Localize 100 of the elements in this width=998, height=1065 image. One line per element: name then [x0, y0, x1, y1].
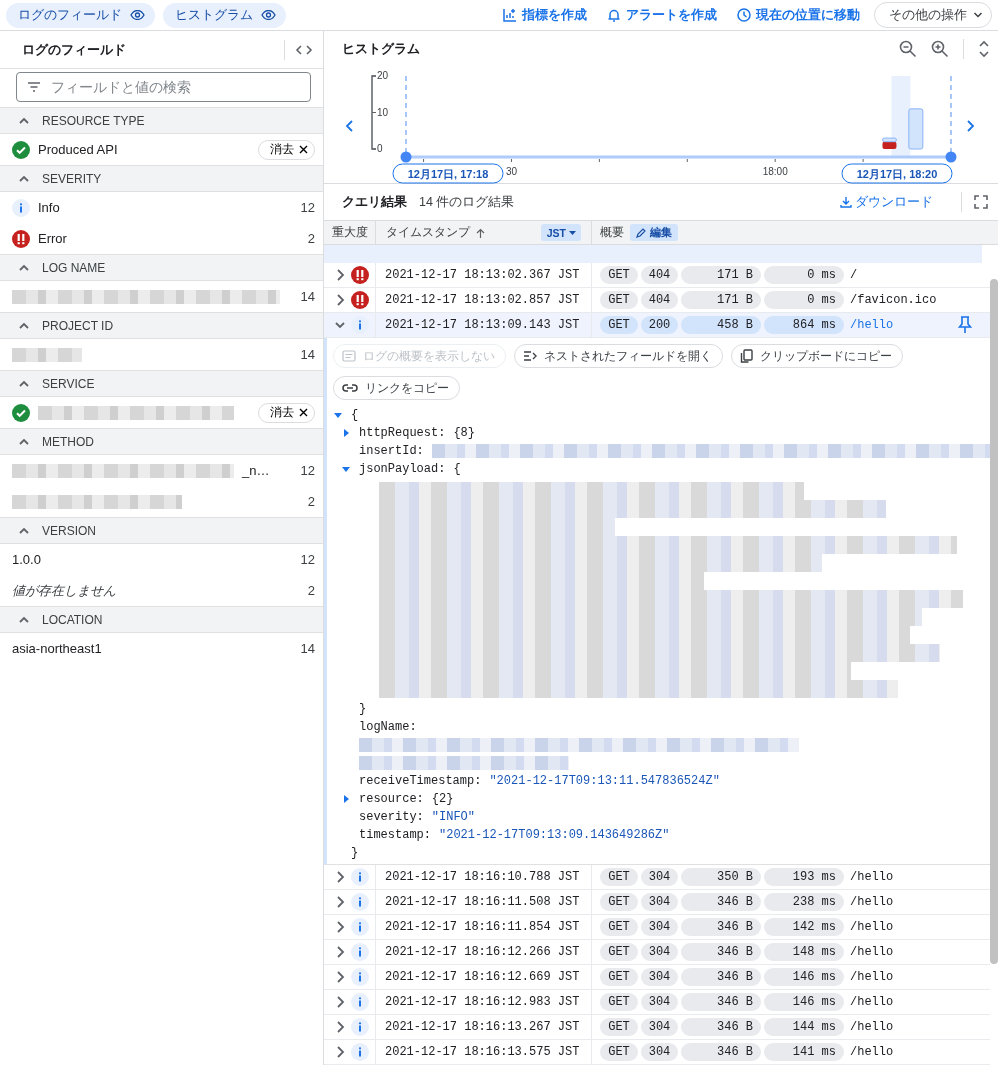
download-button[interactable]: ダウンロード — [828, 193, 945, 211]
code-icon[interactable] — [295, 43, 313, 56]
expand-lines-icon — [523, 350, 537, 362]
close-icon — [299, 408, 308, 417]
method-tag: GET — [600, 316, 638, 334]
status-tag: 304 — [641, 1018, 678, 1036]
timestamp-cell: 2021-12-17 18:16:13.575 JST — [385, 1045, 580, 1059]
eye-icon — [130, 10, 145, 20]
size-tag: 346 B — [681, 1018, 761, 1036]
zoom-in-icon[interactable] — [931, 40, 949, 58]
panel-toggle[interactable]: ヒストグラム — [163, 2, 286, 28]
size-tag: 171 B — [681, 266, 761, 284]
field-value: asia-northeast1 — [12, 641, 102, 656]
field-value: Error — [38, 231, 67, 246]
error-icon — [351, 291, 369, 309]
zoom-out-icon[interactable] — [899, 40, 917, 58]
section-header[interactable]: LOG NAME — [0, 254, 323, 281]
status-tag: 200 — [641, 316, 678, 334]
clear-chip[interactable]: 消去 — [258, 402, 315, 423]
json-key: httpRequest: — [359, 426, 446, 440]
y-tick-label: 10 — [377, 106, 389, 118]
search-field[interactable]: フィールドと値の検索 — [16, 72, 311, 102]
method-tag: GET — [600, 266, 638, 284]
method-tag: GET — [600, 1018, 638, 1036]
histogram-bar[interactable] — [882, 141, 897, 149]
range-handle[interactable] — [945, 151, 957, 163]
chart-plus-icon — [503, 8, 517, 22]
section-header[interactable]: METHOD — [0, 428, 323, 455]
method-tag: GET — [600, 291, 638, 309]
collapse-icon[interactable] — [978, 40, 990, 58]
toggle-triangle-icon[interactable] — [341, 464, 351, 474]
toggle-triangle-icon[interactable] — [341, 794, 351, 804]
status-tag: 304 — [641, 993, 678, 1011]
clear-chip[interactable]: 消去 — [258, 139, 315, 160]
edit-button[interactable]: 編集 — [630, 224, 678, 241]
check-circle-icon — [12, 403, 30, 422]
bell-icon — [607, 8, 621, 22]
range-handle[interactable] — [400, 151, 412, 163]
detail-action-button[interactable]: ネストされたフィールドを開く — [514, 344, 723, 368]
y-tick-label: 20 — [377, 70, 389, 81]
request-path: /hello — [850, 318, 895, 332]
pin-icon[interactable] — [958, 316, 972, 334]
latency-tag: 144 ms — [764, 1018, 844, 1036]
latency-tag: 148 ms — [764, 943, 844, 961]
action-button[interactable]: 現在の位置に移動 — [731, 6, 866, 24]
json-value: {2} — [431, 792, 454, 806]
info-icon — [351, 1018, 369, 1036]
size-tag: 346 B — [681, 918, 761, 936]
field-value: Produced API — [38, 142, 118, 157]
action-button[interactable]: 指標を作成 — [497, 6, 593, 24]
method-tag: GET — [600, 943, 638, 961]
info-icon — [12, 198, 30, 217]
pencil-icon — [636, 227, 646, 238]
detail-action-button[interactable]: クリップボードにコピー — [731, 344, 903, 368]
latency-tag: 0 ms — [764, 266, 844, 284]
column-header: 重大度 — [332, 224, 368, 241]
status-tag: 304 — [641, 893, 678, 911]
results-count: 14 件のログ結果 — [419, 193, 516, 211]
caret-icon — [973, 11, 983, 19]
section-header[interactable]: SERVICE — [0, 370, 323, 397]
range-start-label[interactable]: 12月17日, 17:18 — [392, 163, 504, 184]
info-icon — [351, 893, 369, 911]
request-path: /hello — [850, 920, 895, 934]
check-circle-icon — [12, 140, 30, 159]
timezone-dropdown[interactable]: JST — [540, 224, 581, 241]
request-path: /hello — [850, 1045, 895, 1059]
status-tag: 404 — [641, 291, 678, 309]
section-header[interactable]: PROJECT ID — [0, 312, 323, 339]
json-key: insertId: — [359, 444, 424, 458]
timestamp-cell: 2021-12-17 18:16:12.669 JST — [385, 970, 580, 984]
scrollbar[interactable] — [990, 279, 998, 964]
field-count: 2 — [307, 231, 315, 246]
status-tag: 304 — [641, 918, 678, 936]
histogram-bar[interactable] — [881, 137, 897, 143]
latency-tag: 0 ms — [764, 291, 844, 309]
method-tag: GET — [600, 993, 638, 1011]
method-tag: GET — [600, 968, 638, 986]
field-count: 2 — [307, 583, 315, 598]
more-actions-button[interactable]: その他の操作 — [874, 2, 992, 28]
field-value: 値が存在しません — [12, 581, 116, 600]
column-header: 概要 — [600, 224, 624, 241]
range-end-label[interactable]: 12月17日, 18:20 — [841, 163, 953, 184]
panel-toggle[interactable]: ログのフィールド — [6, 2, 155, 28]
section-header[interactable]: SEVERITY — [0, 165, 323, 192]
toggle-triangle-icon[interactable] — [341, 428, 351, 438]
json-value: { — [453, 462, 461, 476]
section-header[interactable]: RESOURCE TYPE — [0, 107, 323, 134]
latency-tag: 864 ms — [764, 316, 844, 334]
info-icon — [351, 918, 369, 936]
section-header[interactable]: VERSION — [0, 517, 323, 544]
section-header[interactable]: LOCATION — [0, 606, 323, 633]
json-value: "2021-12-17T09:13:09.143649286Z" — [439, 828, 670, 842]
toggle-triangle-icon[interactable] — [333, 410, 343, 420]
column-header[interactable]: タイムスタンプ — [386, 224, 470, 241]
fullscreen-icon[interactable] — [974, 195, 988, 209]
sort-arrow-icon[interactable] — [476, 227, 485, 238]
timestamp-cell: 2021-12-17 18:16:12.266 JST — [385, 945, 580, 959]
action-button[interactable]: アラートを作成 — [601, 6, 723, 24]
json-key: severity: — [359, 810, 424, 824]
detail-action-button[interactable]: リンクをコピー — [333, 376, 460, 400]
